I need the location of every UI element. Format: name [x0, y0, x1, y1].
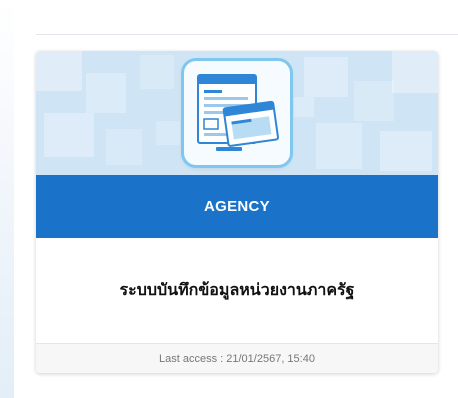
top-divider [36, 34, 458, 35]
last-access-text: Last access : 21/01/2567, 15:40 [159, 353, 315, 365]
page: AGENCY ระบบบันทึกข้อมูลหน่วยงานภาครัฐ La… [0, 0, 458, 398]
category-band: AGENCY [36, 175, 438, 238]
card-title: ระบบบันทึกข้อมูลหน่วยงานภาครัฐ [119, 280, 355, 299]
card-body: ระบบบันทึกข้อมูลหน่วยงานภาครัฐ [36, 238, 438, 343]
card-banner [36, 51, 438, 175]
document-form-icon [184, 61, 290, 165]
card-footer: Last access : 21/01/2567, 15:40 [36, 343, 438, 373]
agency-app-card[interactable]: AGENCY ระบบบันทึกข้อมูลหน่วยงานภาครัฐ La… [36, 51, 438, 373]
category-label: AGENCY [204, 198, 270, 215]
left-sidebar-edge [0, 0, 14, 398]
